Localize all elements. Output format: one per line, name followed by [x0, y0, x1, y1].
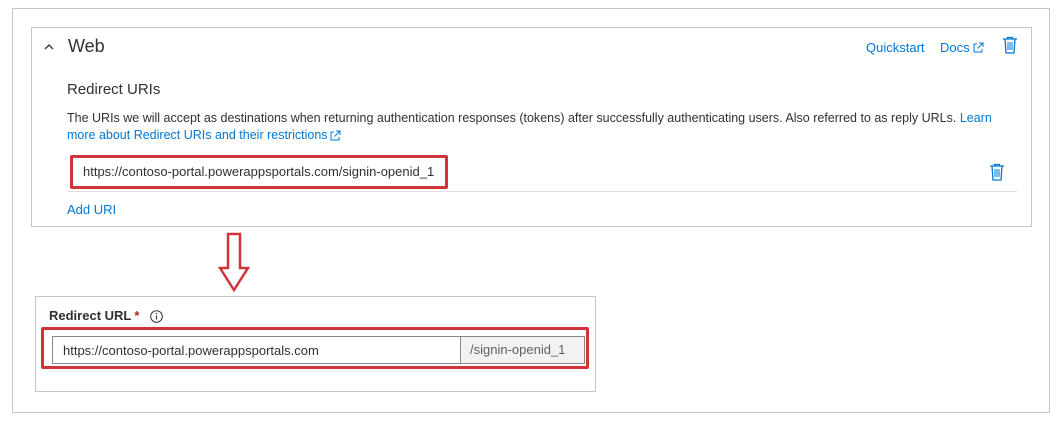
delete-platform-trash-icon[interactable] — [1002, 36, 1018, 54]
info-icon[interactable] — [150, 310, 163, 323]
redirect-uris-description: The URIs we will accept as destinations … — [67, 110, 1017, 144]
redirect-url-highlight-box: /signin-openid_1 — [41, 327, 589, 369]
down-arrow-icon — [218, 232, 250, 292]
required-marker: * — [134, 308, 140, 323]
web-platform-card: Web Quickstart Docs Redirect URIs The UR… — [31, 27, 1032, 227]
redirect-uri-value[interactable]: https://contoso-portal.powerappsportals.… — [83, 164, 434, 179]
add-uri-link[interactable]: Add URI — [67, 202, 116, 217]
redirect-url-input[interactable] — [52, 336, 461, 364]
external-link-icon — [330, 130, 341, 141]
chevron-up-icon[interactable] — [44, 42, 54, 52]
quickstart-link[interactable]: Quickstart — [866, 40, 925, 55]
redirect-uri-row: https://contoso-portal.powerappsportals.… — [67, 155, 1017, 192]
redirect-url-suffix: /signin-openid_1 — [461, 336, 585, 364]
web-platform-title: Web — [68, 36, 105, 56]
redirect-url-label-text: Redirect URL — [49, 308, 132, 323]
delete-uri-trash-icon[interactable] — [989, 163, 1005, 181]
external-link-icon — [973, 42, 984, 52]
docs-link-label: Docs — [940, 40, 970, 55]
redirect-url-label: Redirect URL * — [49, 308, 139, 323]
redirect-url-card: Redirect URL* /signin-openid_1 — [35, 296, 596, 392]
description-text: The URIs we will accept as destinations … — [67, 111, 960, 125]
redirect-uris-title: Redirect URIs — [67, 81, 161, 98]
docs-link[interactable]: Docs — [940, 40, 984, 55]
